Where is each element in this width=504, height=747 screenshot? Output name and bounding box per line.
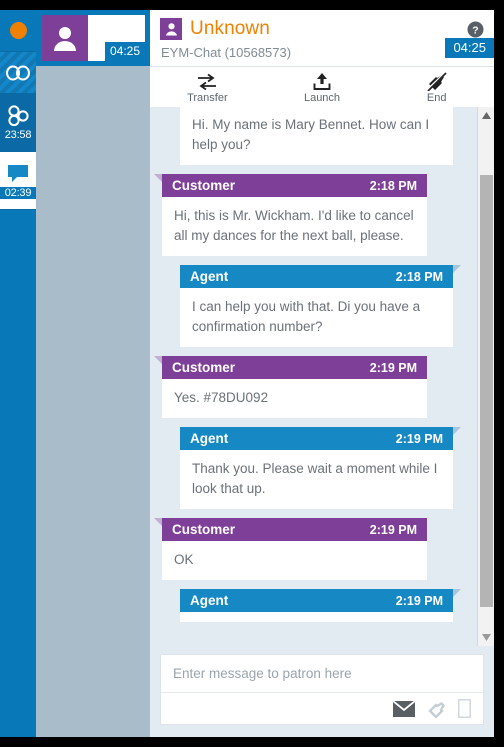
chat-timer-badge: 04:25: [445, 38, 494, 58]
launch-button[interactable]: Launch: [265, 71, 380, 104]
scrollbar-thumb[interactable]: [480, 175, 493, 607]
interaction-timer: 04:25: [104, 42, 145, 61]
message-sender: Agent: [190, 269, 229, 284]
page-title: Unknown: [190, 18, 270, 39]
help-icon[interactable]: ?: [467, 21, 484, 38]
end-button-label: End: [426, 92, 447, 104]
rail-timer-chat-channel: 02:39: [0, 186, 36, 199]
chain-link-icon: [6, 65, 30, 80]
person-icon: [165, 23, 177, 36]
transfer-arrows-icon: [196, 71, 218, 91]
rail-item-status-indicator[interactable]: [0, 10, 36, 52]
message-header: Customer 2:18 PM: [162, 174, 427, 197]
composer-area: [150, 646, 494, 737]
message-time: 2:19 PM: [395, 431, 443, 446]
app-window: 23:58 02:39 04:25 Unknown ? EYM-Chat (10…: [0, 0, 504, 747]
message-sender: Customer: [172, 522, 236, 537]
message-tail: [154, 356, 162, 364]
message-agent: Agent 2:19 PM Thank you. Please wait a mom…: [180, 427, 461, 509]
message-tail: [453, 427, 461, 435]
speech-bubble-icon: [8, 164, 28, 182]
chat-header-sub-row: EYM-Chat (10568573): [160, 45, 484, 60]
message-header: Agent 2:19 PM: [180, 427, 453, 450]
composer: [160, 654, 484, 725]
interaction-tile-inner: 04:25: [42, 15, 145, 61]
email-icon[interactable]: [393, 700, 415, 717]
message-time: 2:19 PM: [369, 360, 417, 375]
message-time: 2:18 PM: [395, 269, 443, 284]
composer-actions: [161, 692, 483, 724]
interaction-tile[interactable]: 04:25: [36, 10, 150, 66]
interaction-tile-meta: 04:25: [88, 15, 145, 61]
message-text: Yes. #78DU092: [162, 379, 427, 418]
three-circles-icon: [8, 104, 29, 126]
left-icon-rail: 23:58 02:39: [0, 10, 36, 737]
message-time: 2:18 PM: [369, 178, 417, 193]
avatar: [42, 15, 88, 61]
interaction-list-panel: 04:25: [36, 10, 150, 737]
rail-timer-agent-group: 23:58: [4, 128, 32, 141]
rail-item-link-interactions[interactable]: [0, 52, 36, 94]
message-list[interactable]: Agent 2:18 PM Hi. My name is Mary Bennet. …: [150, 107, 477, 622]
message-time: 2:19 PM: [369, 522, 417, 537]
message-customer: Customer 2:19 PM OK: [154, 518, 427, 580]
message-tail: [154, 174, 162, 182]
message-text: I found it. I canceled your dances for t…: [180, 612, 453, 622]
scroll-down-arrow[interactable]: [478, 629, 494, 646]
chevron-up-icon: [482, 112, 491, 119]
message-sender: Agent: [190, 593, 229, 608]
message-tail: [154, 518, 162, 526]
message-agent: Agent2:18 PMHi. My name is Mary Bennet. …: [180, 107, 453, 165]
person-icon: [54, 27, 76, 51]
end-button[interactable]: End: [379, 71, 494, 104]
message-header: Customer 2:19 PM: [162, 356, 427, 379]
orange-circle-icon: [9, 22, 27, 39]
message-header: Customer 2:19 PM: [162, 518, 427, 541]
message-text: I can help you with that. Di you have a …: [180, 288, 453, 347]
message-agent: Agent 2:18 PM I can help you with that. Di…: [180, 265, 461, 347]
message-tail: [453, 589, 461, 597]
svg-text:?: ?: [472, 24, 478, 36]
message-scrollbar[interactable]: [477, 107, 494, 646]
chat-header-title-row: Unknown: [160, 18, 484, 40]
message-sender: Agent: [190, 431, 229, 446]
message-sender: Customer: [172, 178, 236, 193]
message-input[interactable]: [161, 655, 483, 692]
chat-subtitle: EYM-Chat (10568573): [161, 45, 292, 60]
message-text: OK: [162, 541, 427, 580]
transfer-button-label: Transfer: [187, 92, 228, 104]
chat-toolbar: Transfer Launch End: [150, 66, 494, 107]
message-header: Agent 2:19 PM: [180, 589, 453, 612]
launch-upload-icon: [312, 71, 332, 91]
message-text: Hi, this is Mr. Wickham. I'd like to can…: [162, 197, 427, 256]
chevron-down-icon: [482, 634, 491, 641]
message-sender: Customer: [172, 360, 236, 375]
chat-panel: Unknown ? EYM-Chat (10568573) 04:25 Tran…: [150, 10, 494, 737]
message-agent: Agent 2:19 PM I found it. I canceled your …: [180, 589, 461, 622]
rail-item-agent-group[interactable]: 23:58: [0, 94, 36, 152]
phone-icon[interactable]: [427, 700, 446, 718]
message-customer: Customer 2:19 PM Yes. #78DU092: [154, 356, 427, 418]
message-tail: [453, 265, 461, 273]
mobile-icon[interactable]: [458, 699, 471, 718]
contact-avatar: [160, 18, 182, 40]
message-text: Hi. My name is Mary Bennet. How can I he…: [180, 107, 453, 165]
message-text: Thank you. Please wait a moment while I …: [180, 450, 453, 509]
launch-button-label: Launch: [303, 92, 341, 104]
message-area: Agent 2:18 PM Hi. My name is Mary Bennet. …: [150, 107, 494, 646]
end-call-icon: [426, 71, 447, 91]
message-header: Agent 2:18 PM: [180, 265, 453, 288]
chat-header: Unknown ? EYM-Chat (10568573) 04:25: [150, 10, 494, 66]
rail-item-chat-channel[interactable]: 02:39: [0, 152, 36, 210]
message-time: 2:19 PM: [395, 593, 443, 608]
scroll-up-arrow[interactable]: [478, 107, 494, 124]
transfer-button[interactable]: Transfer: [150, 71, 265, 104]
message-customer: Customer 2:18 PM Hi, this is Mr. Wickham. …: [154, 174, 427, 256]
